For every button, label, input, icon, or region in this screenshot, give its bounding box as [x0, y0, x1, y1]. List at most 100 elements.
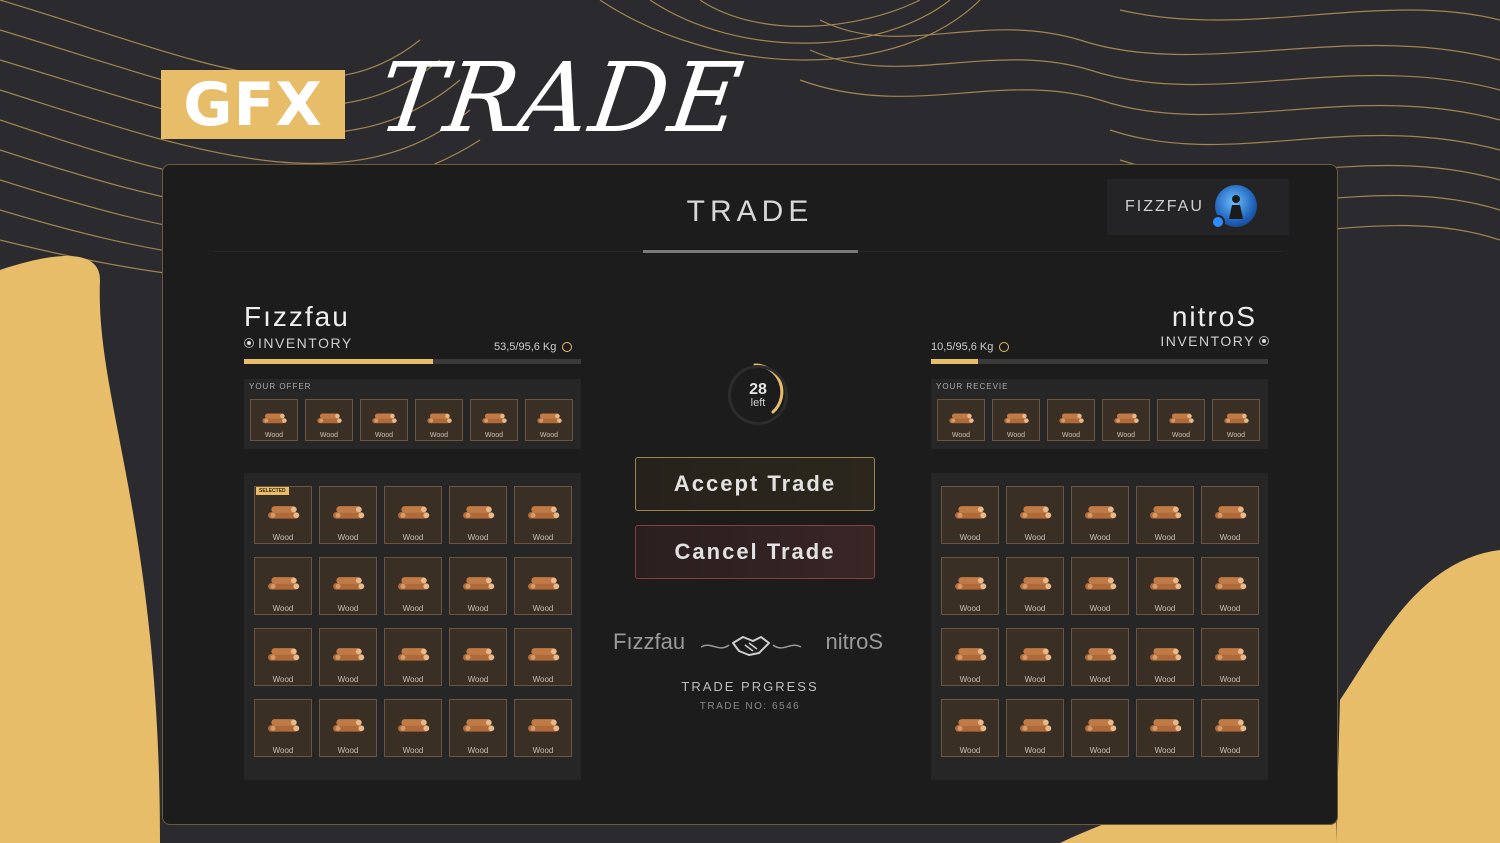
item-slot[interactable]: Wood: [941, 486, 999, 544]
item-slot[interactable]: Wood: [1201, 628, 1259, 686]
item-slot[interactable]: Wood: [319, 486, 377, 544]
item-slot[interactable]: Wood: [514, 699, 572, 757]
item-slot[interactable]: Wood: [470, 399, 518, 441]
item-label: Wood: [1171, 432, 1191, 439]
right-inventory-grid: Wood Wood Wood Wood Wood Wood Wood Wood Wood Wood…: [931, 473, 1268, 780]
item-slot[interactable]: Wood: [254, 628, 312, 686]
item-slot[interactable]: Wood: [514, 557, 572, 615]
wood-icon: [333, 505, 365, 519]
item-slot[interactable]: Wood: [937, 399, 985, 441]
wood-icon: [262, 413, 287, 423]
item-slot[interactable]: Wood: [992, 399, 1040, 441]
item-slot[interactable]: Wood: [384, 628, 442, 686]
item-slot[interactable]: Wood: [305, 399, 353, 441]
item-slot[interactable]: Wood: [449, 699, 507, 757]
item-label: Wood: [1154, 675, 1176, 684]
item-label: Wood: [484, 432, 504, 439]
item-slot[interactable]: Wood: [1201, 557, 1259, 615]
item-slot[interactable]: Wood: [1047, 399, 1095, 441]
item-slot[interactable]: Wood: [1201, 486, 1259, 544]
wood-icon: [1020, 718, 1052, 732]
cancel-trade-button[interactable]: Cancel Trade: [635, 525, 875, 579]
item-slot[interactable]: Wood: [514, 486, 572, 544]
item-label: Wood: [1024, 533, 1046, 542]
item-label: Wood: [1226, 432, 1246, 439]
wood-icon: [463, 505, 495, 519]
item-label: Wood: [272, 675, 294, 684]
item-slot[interactable]: Wood: [941, 557, 999, 615]
wood-icon: [537, 413, 562, 423]
item-slot[interactable]: Wood: [1157, 399, 1205, 441]
item-slot[interactable]: Wood: [1006, 699, 1064, 757]
wood-icon: [463, 718, 495, 732]
wood-icon: [1114, 413, 1139, 423]
wood-icon: [1085, 505, 1117, 519]
right-inventory-label: INVENTORY: [1160, 333, 1269, 349]
item-slot[interactable]: Wood: [1006, 486, 1064, 544]
wood-icon: [1215, 718, 1247, 732]
item-slot[interactable]: Wood: [1136, 557, 1194, 615]
item-label: Wood: [467, 746, 489, 755]
item-slot[interactable]: Wood: [384, 699, 442, 757]
item-slot[interactable]: Wood: [1006, 628, 1064, 686]
item-slot[interactable]: Wood: [384, 557, 442, 615]
item-label: Wood: [1024, 675, 1046, 684]
item-label: Wood: [1219, 604, 1241, 613]
item-slot[interactable]: Wood: [254, 557, 312, 615]
wood-icon: [528, 718, 560, 732]
item-slot[interactable]: Wood: [254, 699, 312, 757]
item-label: Wood: [337, 604, 359, 613]
left-weight-bar: [244, 359, 581, 364]
item-slot[interactable]: Wood: [1201, 699, 1259, 757]
item-slot[interactable]: Wood: [449, 628, 507, 686]
item-label: Wood: [959, 604, 981, 613]
left-inventory-text: INVENTORY: [258, 335, 353, 351]
accept-trade-button[interactable]: Accept Trade: [635, 457, 875, 511]
wood-icon: [463, 576, 495, 590]
item-slot[interactable]: Wood: [941, 699, 999, 757]
right-weight: 10,5/95,6 Kg: [931, 341, 1010, 353]
item-label: Wood: [1219, 675, 1241, 684]
item-label: Wood: [532, 746, 554, 755]
item-slot[interactable]: Wood SELECTED: [254, 486, 312, 544]
item-slot[interactable]: Wood: [1136, 486, 1194, 544]
weight-icon: [999, 342, 1010, 352]
wood-icon: [398, 576, 430, 590]
item-label: Wood: [264, 432, 284, 439]
item-slot[interactable]: Wood: [1136, 628, 1194, 686]
item-slot[interactable]: Wood: [319, 699, 377, 757]
item-slot[interactable]: Wood: [250, 399, 298, 441]
item-slot[interactable]: Wood: [415, 399, 463, 441]
item-slot[interactable]: Wood: [525, 399, 573, 441]
avatar[interactable]: [1211, 185, 1257, 229]
wood-icon: [1150, 647, 1182, 661]
item-label: Wood: [951, 432, 971, 439]
wood-icon: [1215, 647, 1247, 661]
timer-label: left: [750, 396, 766, 409]
wood-icon: [1150, 718, 1182, 732]
item-slot[interactable]: Wood: [449, 557, 507, 615]
item-slot[interactable]: Wood: [1136, 699, 1194, 757]
item-slot[interactable]: Wood: [1006, 557, 1064, 615]
item-slot[interactable]: Wood: [941, 628, 999, 686]
item-slot[interactable]: Wood: [360, 399, 408, 441]
item-slot[interactable]: Wood: [1071, 628, 1129, 686]
item-slot[interactable]: Wood: [1071, 557, 1129, 615]
item-label: Wood: [319, 432, 339, 439]
item-label: Wood: [959, 746, 981, 755]
item-slot[interactable]: Wood: [384, 486, 442, 544]
item-label: Wood: [272, 604, 294, 613]
item-slot[interactable]: Wood: [449, 486, 507, 544]
item-slot[interactable]: Wood: [1071, 486, 1129, 544]
item-slot[interactable]: Wood: [319, 557, 377, 615]
item-slot[interactable]: Wood: [514, 628, 572, 686]
left-weight: 53,5/95,6 Kg: [494, 341, 573, 353]
item-slot[interactable]: Wood: [1071, 699, 1129, 757]
wood-icon: [1020, 647, 1052, 661]
item-slot[interactable]: Wood: [1102, 399, 1150, 441]
right-player-name: nitroS: [1171, 301, 1257, 332]
right-inventory-text: INVENTORY: [1160, 333, 1255, 349]
user-chip[interactable]: FIZZFAU: [1107, 179, 1289, 235]
item-slot[interactable]: Wood: [319, 628, 377, 686]
item-slot[interactable]: Wood: [1212, 399, 1260, 441]
